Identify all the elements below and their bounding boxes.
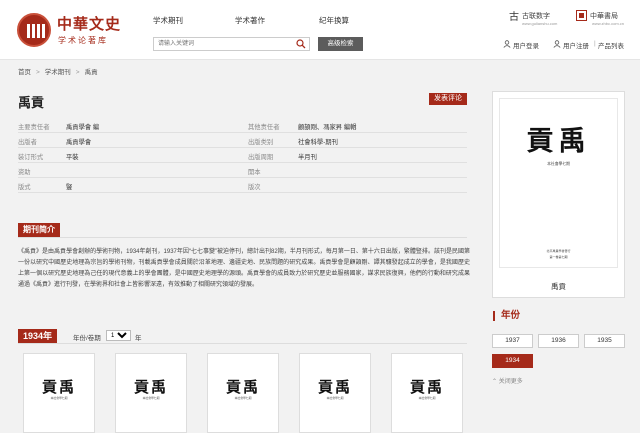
svg-text:古: 古: [509, 10, 519, 22]
logo-subtitle: 学术论著库: [58, 36, 108, 45]
metadata-row: 装订形式 平裝 出版周期 半月刊: [18, 148, 467, 163]
issue-cover[interactable]: 貢禹 本社會學七期: [207, 353, 279, 433]
nav-journals[interactable]: 学术期刊: [153, 15, 183, 26]
year-divider: [18, 343, 467, 344]
metadata-row: 主要责任者 禹貢學會 編 其他责任者 顧頡剛、馮家昇 編輯: [18, 118, 467, 133]
post-review-button[interactable]: 发表评论: [429, 93, 467, 105]
product-list-link[interactable]: 产品列表: [598, 40, 624, 50]
brand-gulian: 古联数字: [522, 13, 550, 20]
breadcrumb-current: 禹貢: [84, 69, 98, 76]
intro-text: 《禹貢》是由禹貢學會創辦的學術刊物，1934年創刊，1937年因“七七事變”被迫…: [18, 249, 470, 288]
meta-value: 半月刊: [298, 154, 317, 161]
user-register-link[interactable]: 用户注册: [563, 40, 589, 50]
meta-value: 豎: [66, 184, 73, 191]
search-box: [153, 37, 310, 51]
meta-label: 開本: [248, 169, 261, 176]
year-select[interactable]: 1934: [106, 330, 131, 341]
metadata-row: 资助 開本: [18, 163, 467, 178]
meta-value: 禹貢學會: [66, 139, 92, 146]
header: 中華文史 学术论著库 学术期刊 学术著作 纪年换算 高级检索 古 古联数字 ww…: [0, 0, 640, 60]
issue-cover[interactable]: 貢禹 本社會學七期: [299, 353, 371, 433]
meta-label: 出版周期: [248, 154, 274, 161]
cover-title: 貢禹: [225, 378, 260, 396]
brand-gulian-url: www.gulianshu.com: [522, 21, 558, 26]
issue-label: 年份/卷期: [73, 335, 101, 342]
intro-heading: 期刊简介: [18, 223, 60, 237]
breadcrumb-separator: >: [36, 69, 40, 76]
cover-title: 貢禹: [409, 378, 444, 396]
sidebar-year-heading: 年份: [493, 311, 520, 321]
metadata-row: 出版者 禹貢學會 出版类别 社會科學-期刊: [18, 133, 467, 148]
user-login-link[interactable]: 用户登录: [513, 40, 539, 50]
zhbc-seal-icon: [576, 10, 587, 21]
cover-title: 貢禹: [41, 378, 76, 396]
meta-label: 资助: [18, 169, 31, 176]
nav-calendar-convert[interactable]: 纪年换算: [319, 15, 349, 26]
page-title: 禹貢: [18, 96, 45, 111]
breadcrumb: 首页 > 学术期刊 > 禹貢: [18, 66, 98, 76]
chevron-up-icon: ⌃: [492, 379, 499, 385]
journal-name: 禹貢: [551, 282, 566, 291]
site-logo[interactable]: 中華文史 学术论著库: [17, 13, 132, 49]
advanced-search-button[interactable]: 高级检索: [318, 37, 363, 51]
logo-seal-icon: [17, 13, 51, 47]
year-button-1937[interactable]: 1937: [492, 334, 533, 348]
cover-title: 貢禹: [526, 126, 591, 157]
close-more-label: 关闭更多: [498, 379, 523, 385]
logo-title: 中華文史: [57, 15, 122, 33]
meta-value: 顧頡剛、馮家昇 編輯: [298, 124, 357, 131]
meta-value: 禹貢學會 編: [66, 124, 100, 131]
cover-title: 貢禹: [133, 378, 168, 396]
meta-label: 主要责任者: [18, 124, 50, 131]
meta-value: 平裝: [66, 154, 79, 161]
issue-cover[interactable]: 貢禹 本社會學七期: [391, 353, 463, 433]
journal-cover-card[interactable]: 貢禹 本社會學七期 北平禹貢學會發行 第一卷第七期 禹貢: [492, 91, 625, 298]
meta-value: 社會科學-期刊: [298, 139, 338, 146]
breadcrumb-separator: >: [75, 69, 80, 76]
issue-cover[interactable]: 貢禹 本社會學七期: [115, 353, 187, 433]
gulian-logo-icon: 古: [509, 10, 519, 22]
year-button-1935[interactable]: 1935: [584, 334, 625, 348]
meta-label: 其他责任者: [248, 124, 280, 131]
meta-label: 版次: [248, 184, 261, 191]
cover-subtitle: 本社會學七期: [547, 162, 570, 166]
year-label: 1934年: [18, 329, 58, 343]
cover-issue-line: 第一卷第七期: [549, 255, 568, 259]
year-button-1934[interactable]: 1934: [492, 354, 533, 368]
journal-cover-image: 貢禹 本社會學七期 北平禹貢學會發行 第一卷第七期: [499, 98, 618, 268]
breadcrumb-journals[interactable]: 学术期刊: [45, 69, 71, 76]
user-icon: [503, 40, 511, 48]
metadata-table: 主要责任者 禹貢學會 編 其他责任者 顧頡剛、馮家昇 編輯 出版者 禹貢學會 出…: [18, 118, 467, 193]
metadata-row: 版式 豎 版次: [18, 178, 467, 193]
year-button-1936[interactable]: 1936: [538, 334, 579, 348]
section-divider: [18, 237, 467, 238]
search-input[interactable]: [154, 38, 292, 50]
cover-subtitle: 本社會學七期: [326, 396, 344, 400]
register-user-icon: [553, 40, 561, 48]
meta-label: 装订形式: [18, 154, 44, 161]
cover-title: 貢禹: [317, 378, 352, 396]
breadcrumb-home[interactable]: 首页: [18, 69, 31, 76]
meta-label: 出版类别: [248, 139, 274, 146]
year-suffix: 年: [135, 335, 142, 342]
cover-subtitle: 本社會學七期: [50, 396, 68, 400]
issue-cover[interactable]: 貢禹 本社會學七期: [23, 353, 95, 433]
meta-label: 出版者: [18, 139, 37, 146]
cover-subtitle: 本社會學七期: [142, 396, 160, 400]
link-divider: |: [594, 40, 596, 47]
cover-subtitle: 本社會學七期: [418, 396, 436, 400]
nav-works[interactable]: 学术著作: [235, 15, 265, 26]
brand-zhbc-url: www.zhbc.com.cn: [592, 21, 625, 26]
cover-subtitle: 本社會學七期: [234, 396, 252, 400]
close-more-link[interactable]: ⌃ 关闭更多: [492, 376, 523, 385]
search-icon[interactable]: [296, 39, 306, 49]
brand-zhbc: 中華書局: [590, 12, 618, 20]
meta-label: 版式: [18, 184, 31, 191]
cover-publisher-line: 北平禹貢學會發行: [546, 249, 571, 253]
